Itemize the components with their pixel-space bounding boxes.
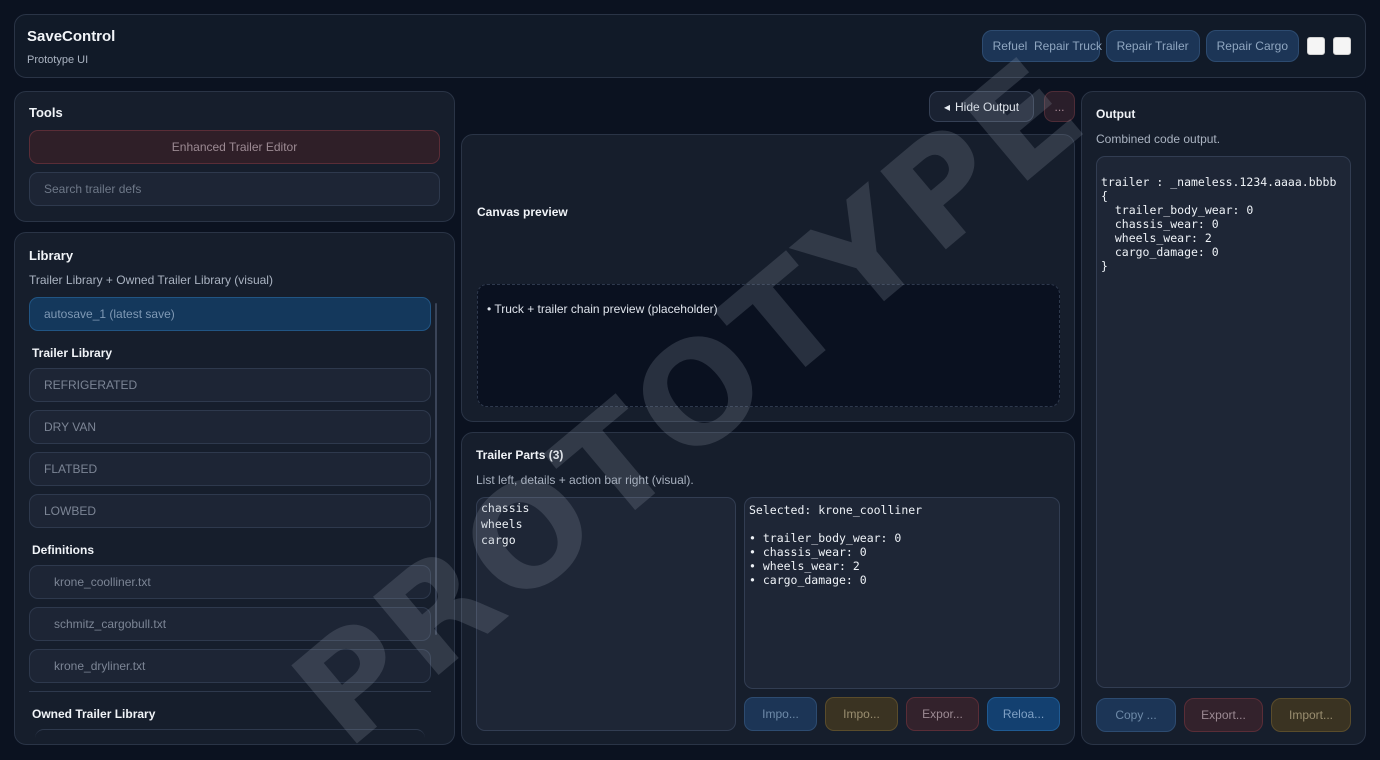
- reload-button[interactable]: Reloa...: [987, 697, 1060, 731]
- window-toggle-button-1[interactable]: [1307, 37, 1325, 55]
- list-item[interactable]: cargo: [481, 532, 731, 548]
- definition-item[interactable]: krone_dryliner.txt: [29, 649, 431, 683]
- import-alt-button[interactable]: Impo...: [825, 697, 898, 731]
- output-subtitle: Combined code output.: [1096, 132, 1221, 146]
- definition-item[interactable]: krone_coolliner.txt: [29, 565, 431, 599]
- import-output-button[interactable]: Import...: [1271, 698, 1351, 732]
- definitions-heading: Definitions: [32, 543, 94, 557]
- output-panel: Output Combined code output. trailer : _…: [1081, 91, 1366, 745]
- import-button[interactable]: Impo...: [744, 697, 817, 731]
- more-options-button[interactable]: ...: [1044, 91, 1075, 122]
- save-item-selected[interactable]: autosave_1 (latest save): [29, 297, 431, 331]
- tools-title: Tools: [29, 105, 63, 120]
- output-title: Output: [1096, 107, 1136, 121]
- trailer-type-item[interactable]: DRY VAN: [29, 410, 431, 444]
- parts-subtitle: List left, details + action bar right (v…: [476, 473, 694, 487]
- trailer-type-item[interactable]: LOWBED: [29, 494, 431, 528]
- library-panel: Library Trailer Library + Owned Trailer …: [14, 232, 455, 745]
- app-title: SaveControl: [27, 28, 116, 45]
- parts-list[interactable]: chassis wheels cargo: [476, 497, 736, 731]
- app-subtitle: Prototype UI: [27, 54, 89, 66]
- chevron-left-icon: ◂: [943, 99, 950, 114]
- export-button[interactable]: Expor...: [906, 697, 979, 731]
- header-actions: Refuel Repair Truck Repair Trailer Repai…: [981, 30, 1351, 62]
- canvas-preview-area[interactable]: • Truck + trailer chain preview (placeho…: [477, 284, 1060, 407]
- hide-output-button[interactable]: ◂ Hide Output: [929, 91, 1034, 122]
- canvas-placeholder-text: • Truck + trailer chain preview (placeho…: [487, 302, 718, 316]
- output-code[interactable]: trailer : _nameless.1234.aaaa.bbbb { tra…: [1096, 156, 1351, 688]
- owned-trailer-item-partial[interactable]: [35, 729, 425, 743]
- library-divider: [29, 691, 431, 692]
- list-item[interactable]: wheels: [481, 516, 731, 532]
- trailer-type-item[interactable]: FLATBED: [29, 452, 431, 486]
- copy-button[interactable]: Copy ...: [1096, 698, 1176, 732]
- app-header: SaveControl Prototype UI Refuel Repair T…: [14, 14, 1366, 78]
- enhanced-trailer-editor-button[interactable]: Enhanced Trailer Editor: [29, 130, 440, 164]
- library-subtitle: Trailer Library + Owned Trailer Library …: [29, 273, 273, 287]
- list-item[interactable]: chassis: [481, 500, 731, 516]
- owned-trailer-library-heading: Owned Trailer Library: [32, 707, 156, 721]
- repair-cargo-button[interactable]: Repair Cargo: [1205, 30, 1299, 62]
- canvas-title: Canvas preview: [477, 205, 568, 219]
- search-input[interactable]: Search trailer defs: [29, 172, 440, 206]
- refuel-label: Refuel: [992, 39, 1028, 53]
- repair-truck-label: Repair Truck: [1033, 39, 1102, 53]
- trailer-parts-panel: Trailer Parts (3) List left, details + a…: [461, 432, 1075, 745]
- refuel-repair-truck-button[interactable]: Refuel Repair Truck: [981, 30, 1102, 62]
- tools-panel: Tools Enhanced Trailer Editor Search tra…: [14, 91, 455, 222]
- canvas-preview-panel: Canvas preview • Truck + trailer chain p…: [461, 134, 1075, 422]
- export-output-button[interactable]: Export...: [1184, 698, 1263, 732]
- window-toggle-button-2[interactable]: [1333, 37, 1351, 55]
- trailer-library-heading: Trailer Library: [32, 346, 113, 360]
- part-details: Selected: krone_coolliner • trailer_body…: [744, 497, 1060, 689]
- hide-output-label: Hide Output: [954, 99, 1020, 114]
- parts-title: Trailer Parts (3): [476, 448, 564, 462]
- library-scrollbar[interactable]: [435, 303, 437, 635]
- definition-item[interactable]: schmitz_cargobull.txt: [29, 607, 431, 641]
- repair-trailer-button[interactable]: Repair Trailer: [1105, 30, 1200, 62]
- trailer-type-item[interactable]: REFRIGERATED: [29, 368, 431, 402]
- library-title: Library: [29, 248, 74, 263]
